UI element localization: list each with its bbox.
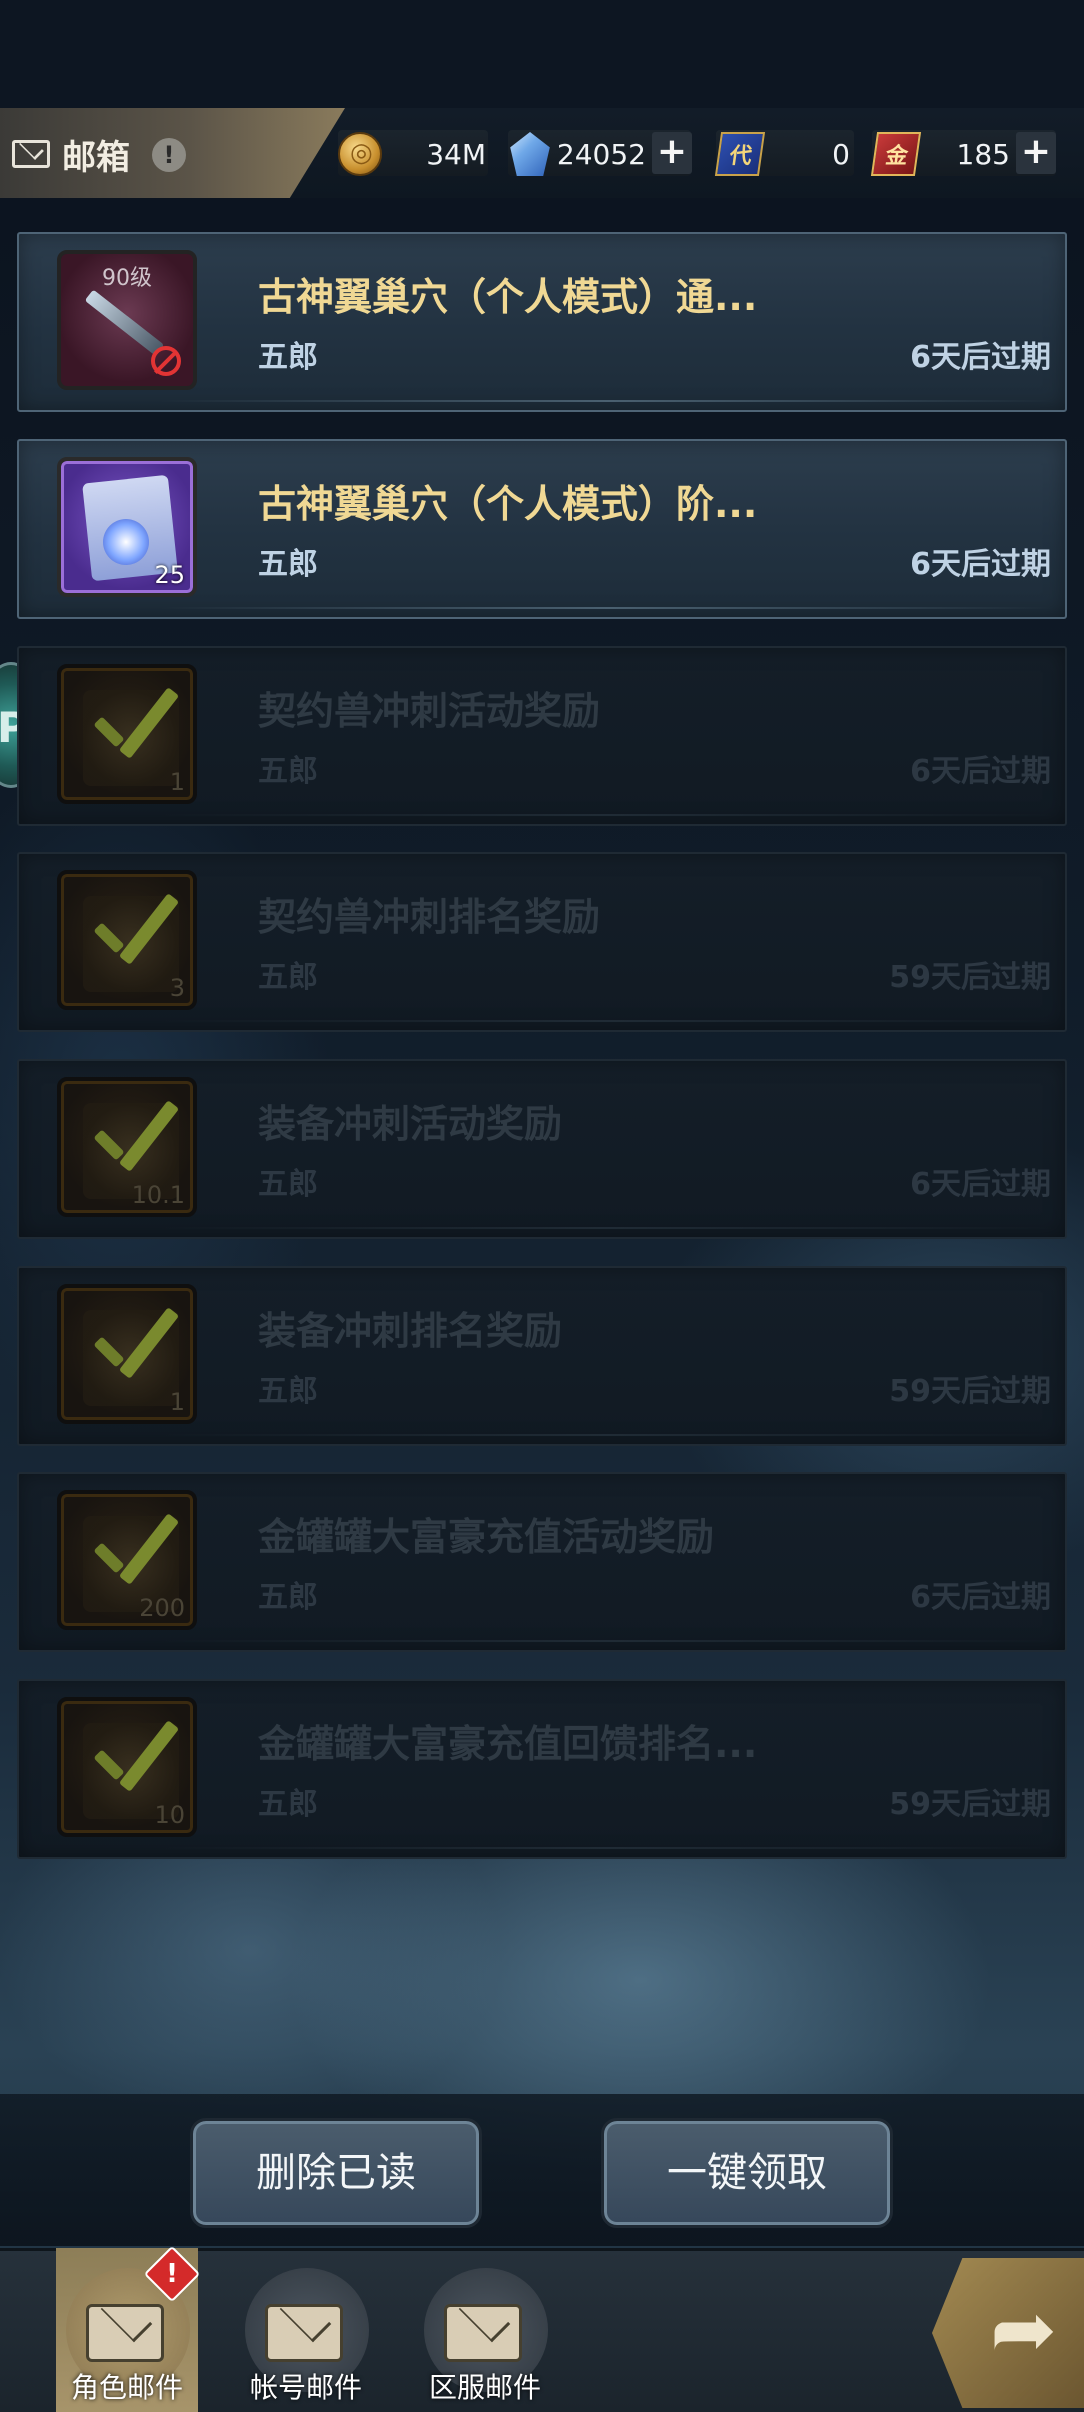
mail-thumbnail: 10.1: [57, 1077, 197, 1217]
mail-thumbnail: 1: [57, 1284, 197, 1424]
mail-expire: 59天后过期: [889, 960, 1051, 995]
mail-thumbnail: 3: [57, 870, 197, 1010]
mail-expire: 6天后过期: [910, 340, 1051, 375]
mail-item[interactable]: 90级 古神翼巢穴（个人模式）通... 五郎 6天后过期: [17, 232, 1067, 412]
orb-icon: [103, 519, 149, 565]
gold-value: 34M: [426, 138, 486, 171]
mail-expire: 6天后过期: [910, 1167, 1051, 1202]
header-bar: 邮箱 ! 34M 24052 + 0 185 +: [0, 108, 1084, 198]
prohibited-icon: [151, 346, 181, 376]
mail-sender: 五郎: [258, 1167, 318, 1202]
tab-label: 区服邮件: [428, 2371, 541, 2404]
mail-title: 金罐罐大富豪充值回馈排名...: [258, 1722, 758, 1766]
red-card-icon: [870, 132, 922, 176]
action-bar: [0, 2094, 1084, 2246]
mail-title: 金罐罐大富豪充值活动奖励: [258, 1515, 715, 1559]
mail-title: 古神翼巢穴（个人模式）通...: [258, 275, 758, 319]
page-title: 邮箱: [62, 138, 130, 178]
return-arrow-icon: ➦: [990, 2283, 1058, 2376]
blue-card-icon: [714, 132, 766, 176]
tab-label: 帐号邮件: [249, 2371, 362, 2404]
envelope-person-icon: [265, 2304, 343, 2362]
mail-title: 古神翼巢穴（个人模式）阶...: [258, 482, 758, 526]
mail-title: 装备冲刺活动奖励: [258, 1102, 563, 1146]
mail-item[interactable]: 10.1 装备冲刺活动奖励 五郎 6天后过期: [17, 1059, 1067, 1239]
mail-thumbnail: 25: [57, 457, 197, 597]
sword-icon: [84, 289, 165, 356]
gold-coin-icon: [338, 132, 382, 176]
level-label: 90级: [102, 266, 152, 291]
mail-title: 契约兽冲刺排名奖励: [258, 895, 601, 939]
add-red-card-button[interactable]: +: [1016, 132, 1056, 174]
blue-card-value: 0: [832, 138, 850, 171]
mail-title: 契约兽冲刺活动奖励: [258, 689, 601, 733]
mail-item[interactable]: 1 装备冲刺排名奖励 五郎 59天后过期: [17, 1266, 1067, 1446]
item-count: 200: [139, 1594, 185, 1622]
checkmark-icon: [83, 1099, 175, 1191]
item-count: 1: [169, 1388, 185, 1416]
status-strip: [0, 0, 1084, 108]
mail-sender: 五郎: [258, 754, 318, 789]
info-icon[interactable]: !: [152, 138, 186, 172]
crystal-value: 24052: [556, 138, 646, 171]
mail-expire: 59天后过期: [889, 1787, 1051, 1822]
item-count: 25: [154, 561, 185, 589]
mail-item[interactable]: 10 金罐罐大富豪充值回馈排名... 五郎 59天后过期: [17, 1679, 1067, 1859]
mail-sender: 五郎: [258, 340, 318, 375]
mail-sender: 五郎: [258, 960, 318, 995]
mail-sender: 五郎: [258, 1787, 318, 1822]
mail-thumbnail: 10: [57, 1697, 197, 1837]
mail-sender: 五郎: [258, 1374, 318, 1409]
item-count: 1: [169, 768, 185, 796]
mail-sender: 五郎: [258, 1580, 318, 1615]
mail-expire: 6天后过期: [910, 754, 1051, 789]
add-crystal-button[interactable]: +: [652, 132, 692, 174]
item-count: 10: [154, 1801, 185, 1829]
item-count: 10.1: [131, 1181, 185, 1209]
mail-expire: 6天后过期: [910, 547, 1051, 582]
mail-item[interactable]: 1 契约兽冲刺活动奖励 五郎 6天后过期: [17, 646, 1067, 826]
mail-expire: 6天后过期: [910, 1580, 1051, 1615]
tab-account-mail[interactable]: 帐号邮件: [235, 2248, 377, 2412]
mail-expire: 59天后过期: [889, 1374, 1051, 1409]
mail-sender: 五郎: [258, 547, 318, 582]
tab-server-mail[interactable]: 区服邮件: [414, 2248, 556, 2412]
mail-thumbnail: 90级: [57, 250, 197, 390]
checkmark-icon: [83, 1512, 175, 1604]
mail-item[interactable]: 25 古神翼巢穴（个人模式）阶... 五郎 6天后过期: [17, 439, 1067, 619]
delete-read-button[interactable]: 删除已读: [190, 2118, 482, 2228]
tab-character-mail[interactable]: ! 角色邮件: [56, 2245, 201, 2412]
mail-thumbnail: 1: [57, 664, 197, 804]
mail-item[interactable]: 200 金罐罐大富豪充值活动奖励 五郎 6天后过期: [17, 1472, 1067, 1652]
mail-thumbnail: 200: [57, 1490, 197, 1630]
checkmark-icon: [83, 686, 175, 778]
item-count: 3: [169, 974, 185, 1002]
checkmark-icon: [83, 892, 175, 984]
mail-item[interactable]: 3 契约兽冲刺排名奖励 五郎 59天后过期: [17, 852, 1067, 1032]
mail-title: 装备冲刺排名奖励: [258, 1309, 563, 1353]
claim-all-button[interactable]: 一键领取: [601, 2118, 893, 2228]
envelope-icon: [86, 2304, 164, 2362]
checkmark-icon: [83, 1719, 175, 1811]
envelope-server-icon: [444, 2304, 522, 2362]
mail-icon: [12, 140, 50, 168]
red-card-value: 185: [956, 138, 1010, 171]
checkmark-icon: [83, 1306, 175, 1398]
tab-label: 角色邮件: [70, 2371, 183, 2404]
